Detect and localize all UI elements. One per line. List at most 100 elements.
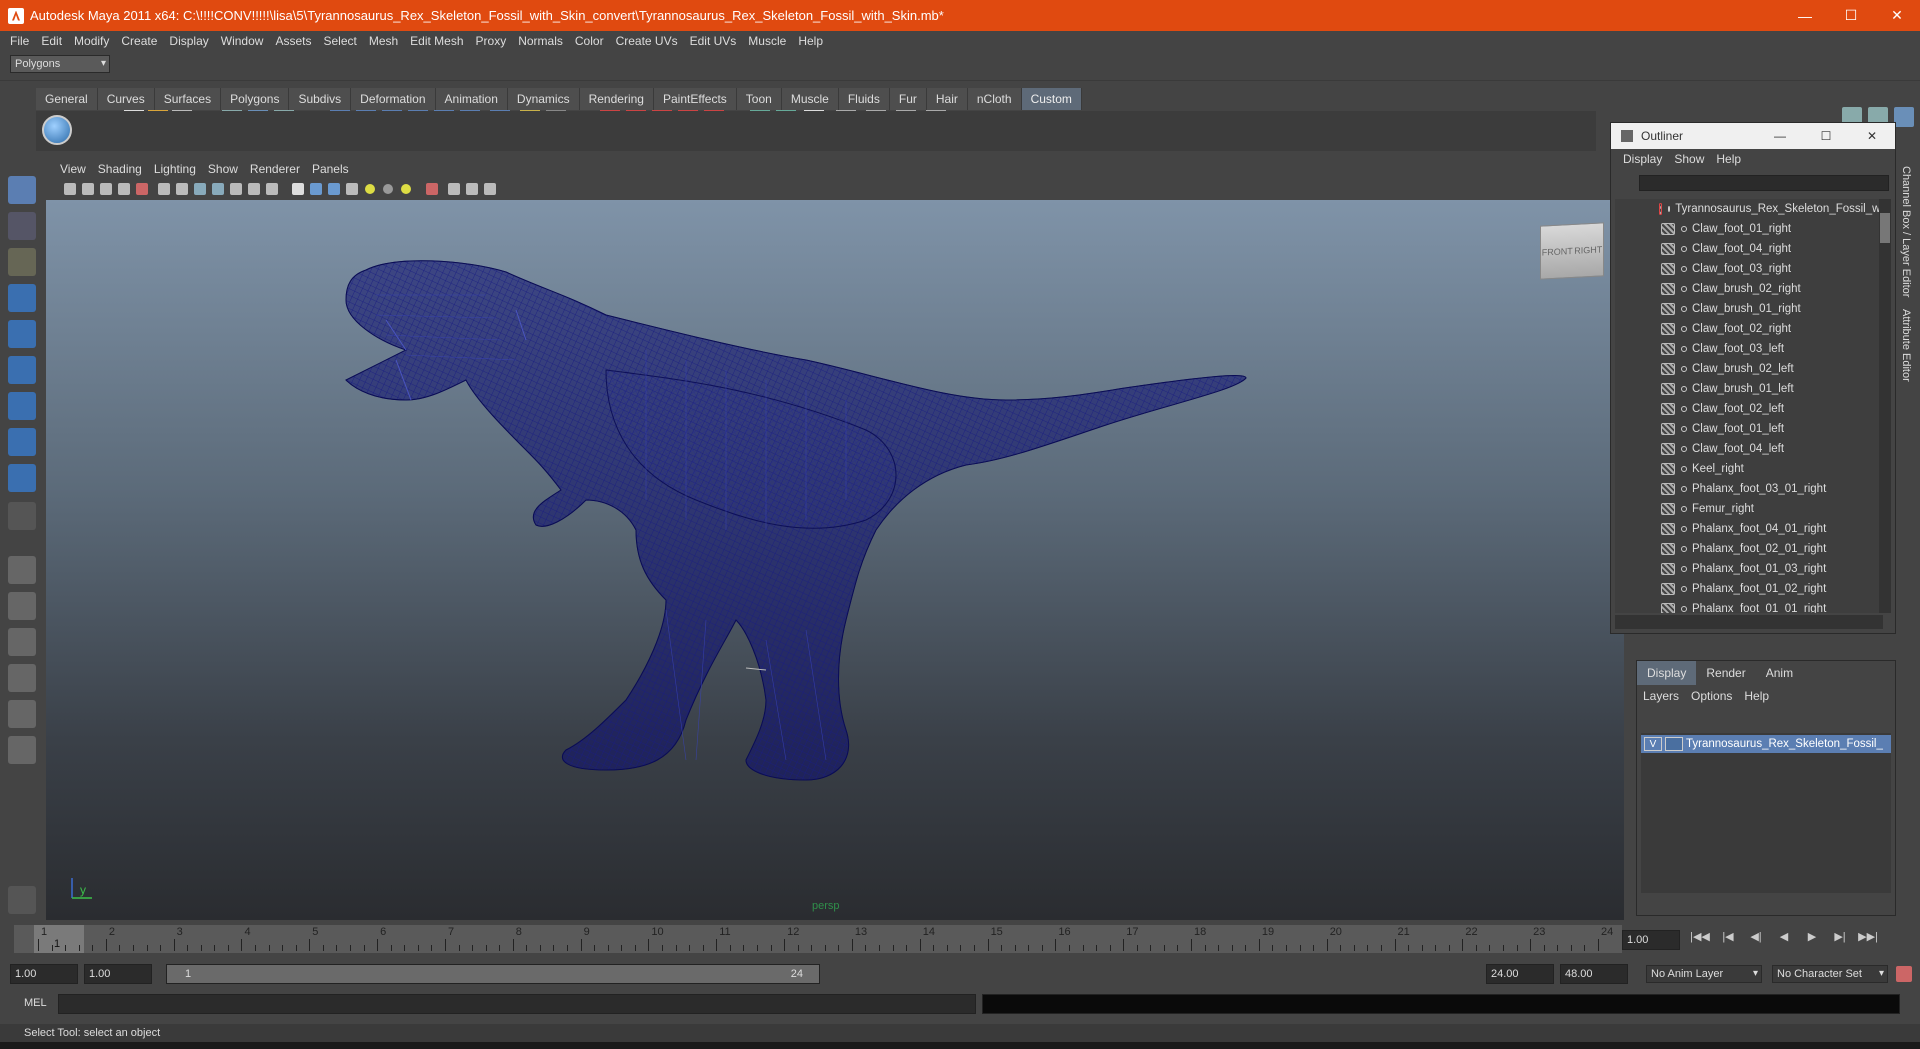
step-back-key-button[interactable]: |◀ <box>1714 930 1742 943</box>
tab-toon[interactable]: Toon <box>736 88 782 110</box>
select-tool-icon[interactable] <box>8 176 36 204</box>
tab-muscle[interactable]: Muscle <box>781 88 839 110</box>
outliner-item[interactable]: Claw_foot_04_left <box>1615 439 1883 459</box>
single-perspective-layout-icon[interactable] <box>8 556 36 584</box>
go-to-end-button[interactable]: ▶▶| <box>1854 930 1882 943</box>
menu-color[interactable]: Color <box>569 34 610 48</box>
menu-select[interactable]: Select <box>317 34 362 48</box>
outliner-item[interactable]: Claw_foot_02_left <box>1615 399 1883 419</box>
playback-start-field[interactable]: 1.00 <box>84 964 152 984</box>
menu-create-uvs[interactable]: Create UVs <box>610 34 684 48</box>
menu-edit-uvs[interactable]: Edit UVs <box>684 34 743 48</box>
scrollbar-thumb[interactable] <box>1880 213 1890 243</box>
outliner-vertical-scrollbar[interactable] <box>1879 199 1891 613</box>
tab-custom[interactable]: Custom <box>1021 88 1082 110</box>
outliner-horizontal-scrollbar[interactable] <box>1615 615 1883 629</box>
outliner-menu-help[interactable]: Help <box>1710 152 1747 166</box>
layer-tab-render[interactable]: Render <box>1696 661 1755 685</box>
last-tool-icon[interactable] <box>8 502 36 530</box>
layer-list[interactable] <box>1641 733 1891 893</box>
outliner-item[interactable]: Claw_foot_01_right <box>1615 219 1883 239</box>
play-forwards-button[interactable]: ▶ <box>1798 930 1826 943</box>
outliner-menu-display[interactable]: Display <box>1617 152 1668 166</box>
layer-tab-display[interactable]: Display <box>1637 661 1697 685</box>
outliner-item[interactable]: Femur_right <box>1615 499 1883 519</box>
character-set-dropdown[interactable]: No Character Set <box>1772 965 1888 983</box>
time-slider[interactable]: 1 1 2 3 4 5 6 7 8 9 10 11 12 13 14 15 16 17 18 19 20 21 22 23 24 <box>14 925 1622 953</box>
menu-mesh[interactable]: Mesh <box>363 34 404 48</box>
step-back-frame-button[interactable]: ◀| <box>1742 930 1770 943</box>
scale-tool-icon[interactable] <box>8 356 36 384</box>
play-backwards-button[interactable]: ◀ <box>1770 930 1798 943</box>
tab-channel-box[interactable]: Channel Box / Layer Editor <box>1898 160 1914 303</box>
shelf-check-icon[interactable] <box>42 115 72 145</box>
menu-muscle[interactable]: Muscle <box>742 34 792 48</box>
menu-display[interactable]: Display <box>163 34 214 48</box>
menu-modify[interactable]: Modify <box>68 34 115 48</box>
layer-menu-help[interactable]: Help <box>1738 689 1775 703</box>
outliner-item[interactable]: Claw_foot_03_left <box>1615 339 1883 359</box>
outliner-item[interactable]: Phalanx_foot_02_01_right <box>1615 539 1883 559</box>
outliner-filter-input[interactable] <box>1639 175 1889 191</box>
current-time-field[interactable]: 1.00 <box>1622 930 1680 950</box>
tab-subdivs[interactable]: Subdivs <box>289 88 352 110</box>
range-slider[interactable]: 1 24 <box>166 964 820 984</box>
auto-key-icon[interactable] <box>1896 966 1912 982</box>
perspective-viewport[interactable] <box>46 200 1624 920</box>
move-tool-icon[interactable] <box>8 284 36 312</box>
outliner-item[interactable]: Claw_brush_02_left <box>1615 359 1883 379</box>
tab-ncloth[interactable]: nCloth <box>967 88 1022 110</box>
go-to-start-button[interactable]: |◀◀ <box>1686 930 1714 943</box>
layer-visibility-toggle[interactable]: V <box>1644 737 1662 751</box>
menu-window[interactable]: Window <box>215 34 270 48</box>
menu-edit-mesh[interactable]: Edit Mesh <box>404 34 469 48</box>
manipulator-tool-icon[interactable] <box>8 392 36 420</box>
layer-menu-layers[interactable]: Layers <box>1637 689 1685 703</box>
step-forward-frame-button[interactable]: ▶| <box>1826 930 1854 943</box>
menu-file[interactable]: File <box>4 34 35 48</box>
outliner-item[interactable]: Claw_foot_04_right <box>1615 239 1883 259</box>
outliner-maximize-button[interactable]: ☐ <box>1803 123 1849 149</box>
persp-outliner-layout-icon[interactable] <box>8 628 36 656</box>
soft-mod-tool-icon[interactable] <box>8 428 36 456</box>
layer-tab-anim[interactable]: Anim <box>1756 661 1803 685</box>
menu-edit[interactable]: Edit <box>35 34 68 48</box>
outliner-item[interactable]: Phalanx_foot_01_01_right <box>1615 599 1883 613</box>
outliner-item[interactable]: Phalanx_foot_04_01_right <box>1615 519 1883 539</box>
outliner-item[interactable]: Phalanx_foot_01_03_right <box>1615 559 1883 579</box>
viewport-menu-show[interactable]: Show <box>202 162 244 176</box>
outliner-list[interactable]: Tyrannosaurus_Rex_Skeleton_Fossil_wi Cla… <box>1615 199 1883 613</box>
tab-rendering[interactable]: Rendering <box>579 88 654 110</box>
maximize-button[interactable]: ☐ <box>1828 0 1874 31</box>
menu-normals[interactable]: Normals <box>512 34 569 48</box>
tab-surfaces[interactable]: Surfaces <box>154 88 222 110</box>
menu-create[interactable]: Create <box>115 34 163 48</box>
viewport-menu-panels[interactable]: Panels <box>306 162 355 176</box>
outliner-item[interactable]: Phalanx_foot_03_01_right <box>1615 479 1883 499</box>
menu-help[interactable]: Help <box>792 34 829 48</box>
view-cube[interactable]: FRONT RIGHT <box>1540 222 1604 280</box>
persp-graph-layout-icon[interactable] <box>8 664 36 692</box>
outliner-item[interactable]: Claw_brush_02_right <box>1615 279 1883 299</box>
outliner-item[interactable]: Claw_foot_02_right <box>1615 319 1883 339</box>
tab-hair[interactable]: Hair <box>926 88 968 110</box>
outliner-menu-show[interactable]: Show <box>1668 152 1710 166</box>
outliner-item[interactable]: Claw_brush_01_right <box>1615 299 1883 319</box>
tab-dynamics[interactable]: Dynamics <box>507 88 580 110</box>
viewport-menu-shading[interactable]: Shading <box>92 162 148 176</box>
rotate-tool-icon[interactable] <box>8 320 36 348</box>
outliner-minimize-button[interactable]: — <box>1757 123 1803 149</box>
start-time-field[interactable]: 1.00 <box>10 964 78 984</box>
outliner-close-button[interactable]: ✕ <box>1849 123 1895 149</box>
tab-attribute-editor[interactable]: Attribute Editor <box>1898 303 1914 388</box>
trex-wireframe-model[interactable] <box>46 200 1624 920</box>
menu-assets[interactable]: Assets <box>269 34 317 48</box>
viewport-menu-lighting[interactable]: Lighting <box>148 162 202 176</box>
show-manipulator-tool-icon[interactable] <box>8 464 36 492</box>
tab-painteffects[interactable]: PaintEffects <box>653 88 737 110</box>
layer-row[interactable]: V Tyrannosaurus_Rex_Skeleton_Fossil_ <box>1641 735 1891 753</box>
panel-toolbar-icons[interactable] <box>46 179 566 199</box>
show-tool-settings-icon[interactable] <box>1894 107 1914 127</box>
tab-fluids[interactable]: Fluids <box>838 88 890 110</box>
menu-set-dropdown[interactable]: Polygons <box>10 55 110 73</box>
